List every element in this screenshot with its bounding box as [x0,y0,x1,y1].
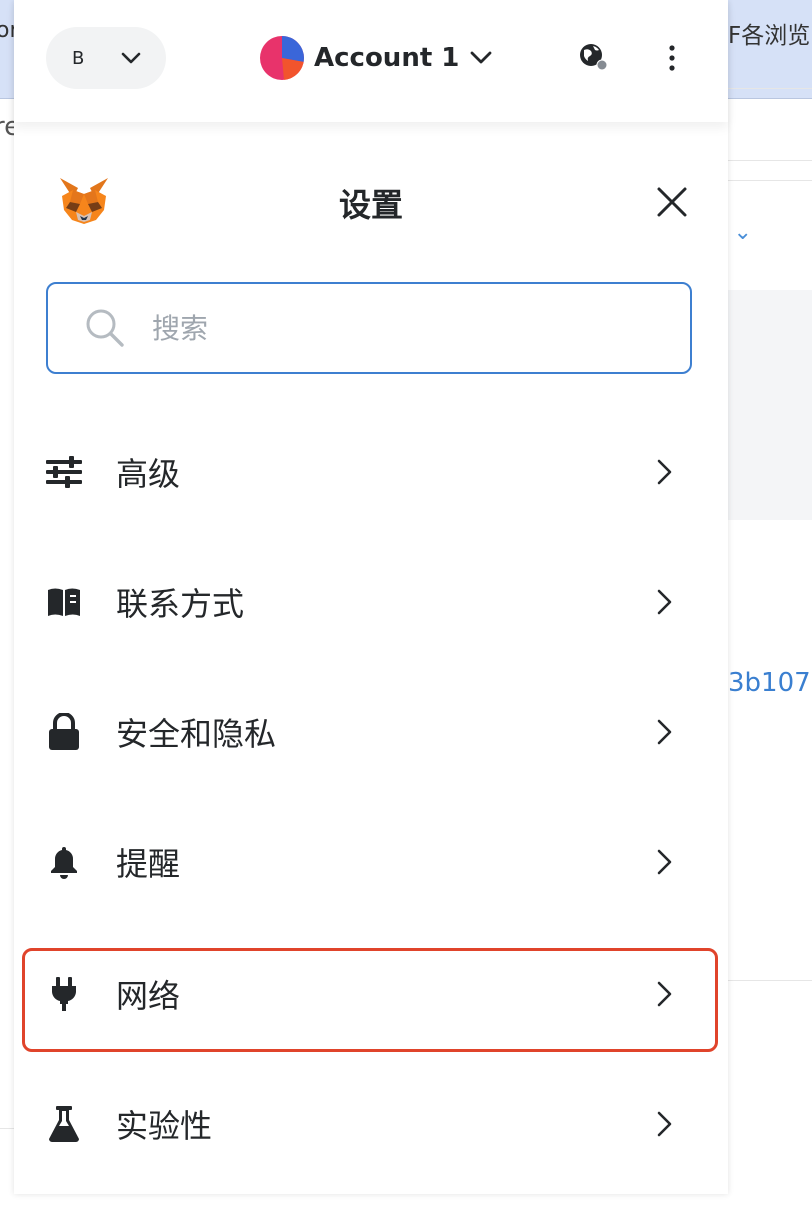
connected-sites-globe-icon[interactable] [576,40,612,76]
background-divider [728,180,812,181]
chevron-down-icon [121,52,141,64]
popup-header: B Account 1 [14,0,728,122]
background-divider [0,1128,14,1129]
bell-icon [44,842,84,882]
background-panel [728,438,812,520]
background-text-right: F各浏览 [728,23,811,49]
settings-item-label: 提醒 [116,845,181,883]
settings-item-security-privacy[interactable]: 安全和隐私 [14,682,728,782]
lock-icon [44,712,84,752]
close-icon[interactable] [654,184,690,220]
search-icon [86,309,124,347]
book-icon [44,582,84,622]
settings-popup: B Account 1 设置 搜索 高级 联系方式 安全和隐私 提醒 网络 实验… [14,0,728,1194]
chevron-right-icon [657,589,672,615]
settings-item-label: 安全和隐私 [116,715,277,753]
chevron-right-icon [657,1111,672,1137]
chevron-down-icon [471,51,492,64]
chevron-right-icon [657,849,672,875]
settings-item-alerts[interactable]: 提醒 [14,812,728,912]
flask-icon [44,1104,84,1144]
settings-item-label: 实验性 [116,1107,213,1145]
chevron-right-icon [657,459,672,485]
account-name: Account 1 [314,43,460,73]
sliders-icon [44,452,84,492]
page-title: 设置 [338,186,403,224]
network-label: B [72,47,85,69]
background-divider [728,160,812,161]
background-divider [728,980,812,981]
background-divider [728,88,812,89]
background-panel [728,290,812,438]
settings-item-label: 联系方式 [116,585,245,623]
account-avatar-icon [260,36,304,80]
settings-item-experimental[interactable]: 实验性 [14,1074,728,1174]
settings-item-label: 高级 [116,455,181,493]
settings-item-contacts[interactable]: 联系方式 [14,552,728,652]
plug-icon [44,974,84,1014]
search-box [46,282,692,374]
chevron-right-icon [657,719,672,745]
settings-item-advanced[interactable]: 高级 [14,422,728,522]
account-menu-button[interactable]: Account 1 [260,35,493,81]
kebab-menu-icon[interactable] [660,42,684,74]
settings-item-networks[interactable]: 网络 [14,944,728,1044]
settings-item-label: 网络 [116,977,181,1015]
network-selector-button[interactable]: B [46,27,166,89]
search-input[interactable] [150,310,614,346]
background-hash-link: 3b107c [728,668,812,698]
chevron-right-icon [657,981,672,1007]
